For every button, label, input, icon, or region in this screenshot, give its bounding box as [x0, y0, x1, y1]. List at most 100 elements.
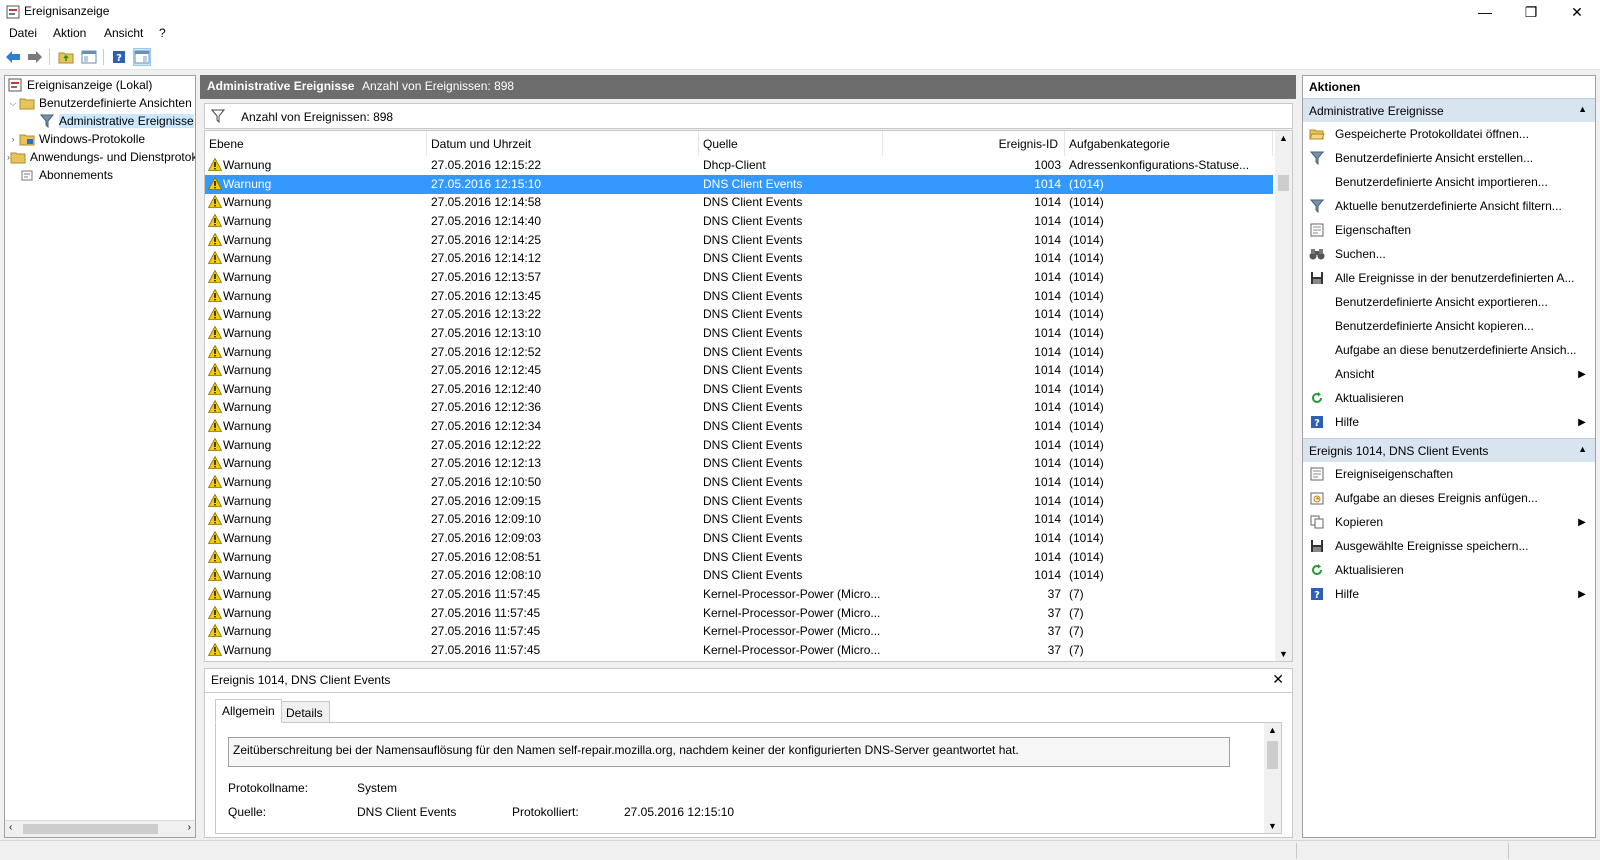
- action-hilfe[interactable]: ? Hilfe ▶: [1303, 410, 1595, 434]
- table-row[interactable]: Warnung 27.05.2016 12:08:10 DNS Client Eve…: [205, 566, 1273, 585]
- table-row[interactable]: Warnung 27.05.2016 12:12:40 DNS Client Eve…: [205, 380, 1273, 399]
- tree-item-app-logs[interactable]: › Anwendungs- und Dienstprotokolle: [7, 148, 196, 166]
- menu-action[interactable]: Aktion: [53, 26, 86, 40]
- action-aufgabe-an-diese-benutzerdefinierte-ansich[interactable]: Aufgabe an diese benutzerdefinierte Ansi…: [1303, 338, 1595, 362]
- action-ereigniseigenschaften[interactable]: Ereigniseigenschaften: [1303, 462, 1595, 486]
- collapse-up-icon[interactable]: ▲: [1578, 444, 1587, 454]
- maximize-button[interactable]: ❐: [1508, 0, 1554, 24]
- action-aktuelle-benutzerdefinierte-ansicht-filtern[interactable]: Aktuelle benutzerdefinierte Ansicht filt…: [1303, 194, 1595, 218]
- scroll-up-icon[interactable]: ▲: [1268, 725, 1277, 735]
- tree-item-custom-views[interactable]: ⌵ Benutzerdefinierte Ansichten: [7, 94, 195, 112]
- scroll-down-icon[interactable]: ▼: [1268, 821, 1277, 831]
- tree-item-windows-logs[interactable]: › Windows-Protokolle: [7, 130, 195, 148]
- table-row[interactable]: Warnung 27.05.2016 12:12:36 DNS Client Eve…: [205, 398, 1273, 417]
- table-row[interactable]: Warnung 27.05.2016 12:15:22 Dhcp-Client 100…: [205, 156, 1273, 175]
- table-row[interactable]: Warnung 27.05.2016 11:57:45 Kernel-Process…: [205, 604, 1273, 623]
- action-hilfe[interactable]: ? Hilfe ▶: [1303, 582, 1595, 606]
- tree-label: Anwendungs- und Dienstprotokolle: [30, 150, 196, 164]
- table-row[interactable]: Warnung 27.05.2016 12:08:51 DNS Client Eve…: [205, 548, 1273, 567]
- table-row[interactable]: Warnung 27.05.2016 12:14:40 DNS Client Eve…: [205, 212, 1273, 231]
- table-row[interactable]: Warnung 27.05.2016 12:12:13 DNS Client Eve…: [205, 454, 1273, 473]
- source-value[interactable]: DNS Client Events: [357, 805, 456, 819]
- scroll-up-icon[interactable]: ▲: [1279, 133, 1288, 143]
- column-header-event-id[interactable]: Ereignis-ID: [883, 131, 1065, 156]
- actions-section-admin-events[interactable]: Administrative Ereignisse ▲: [1303, 98, 1595, 122]
- event-message[interactable]: Zeitüberschreitung bei der Namensauflösu…: [228, 737, 1230, 767]
- forward-button[interactable]: [26, 48, 44, 66]
- table-row[interactable]: Warnung 27.05.2016 12:12:22 DNS Client Eve…: [205, 436, 1273, 455]
- tree-item-root[interactable]: Ereignisanzeige (Lokal): [7, 76, 195, 94]
- column-header-source[interactable]: Quelle: [699, 131, 883, 156]
- action-aufgabe-an-dieses-ereignis-anfügen[interactable]: Aufgabe an dieses Ereignis anfügen...: [1303, 486, 1595, 510]
- column-header-date[interactable]: Datum und Uhrzeit: [427, 131, 699, 156]
- scroll-left-icon[interactable]: ‹: [9, 822, 12, 833]
- table-row[interactable]: Warnung 27.05.2016 11:57:45 Kernel-Process…: [205, 585, 1273, 604]
- scrollbar-thumb[interactable]: [1278, 175, 1289, 191]
- table-row[interactable]: Warnung 27.05.2016 12:15:10 DNS Client Eve…: [205, 174, 1273, 194]
- table-row[interactable]: Warnung 27.05.2016 12:14:58 DNS Client Eve…: [205, 193, 1273, 212]
- menu-view[interactable]: Ansicht: [104, 26, 143, 40]
- table-row[interactable]: Warnung 27.05.2016 12:13:57 DNS Client Eve…: [205, 268, 1273, 287]
- minimize-button[interactable]: —: [1462, 0, 1508, 24]
- action-kopieren[interactable]: Kopieren ▶: [1303, 510, 1595, 534]
- table-row[interactable]: Warnung 27.05.2016 12:13:22 DNS Client Eve…: [205, 305, 1273, 324]
- help-button[interactable]: ?: [110, 48, 128, 66]
- tree-item-subscriptions[interactable]: Abonnements: [19, 166, 195, 184]
- action-ausgewählte-ereignisse-speichern[interactable]: Ausgewählte Ereignisse speichern...: [1303, 534, 1595, 558]
- log-name-value[interactable]: System: [357, 781, 397, 795]
- column-header-category[interactable]: Aufgabenkategorie: [1065, 131, 1273, 156]
- action-benutzerdefinierte-ansicht-erstellen[interactable]: Benutzerdefinierte Ansicht erstellen...: [1303, 146, 1595, 170]
- table-row[interactable]: Warnung 27.05.2016 12:12:52 DNS Client Eve…: [205, 343, 1273, 362]
- table-row[interactable]: Warnung 27.05.2016 12:14:12 DNS Client Eve…: [205, 249, 1273, 268]
- action-aktualisieren[interactable]: Aktualisieren: [1303, 558, 1595, 582]
- logged-value[interactable]: 27.05.2016 12:15:10: [624, 805, 734, 819]
- table-row[interactable]: Warnung 27.05.2016 12:12:34 DNS Client Eve…: [205, 417, 1273, 436]
- menu-file[interactable]: Datei: [9, 26, 37, 40]
- cell-source: DNS Client Events: [703, 232, 803, 247]
- show-hide-tree-button[interactable]: [80, 48, 98, 66]
- close-window-button[interactable]: ✕: [1554, 0, 1600, 24]
- tab-details[interactable]: Details: [279, 701, 330, 723]
- column-header-level[interactable]: Ebene: [205, 131, 427, 156]
- table-row[interactable]: Warnung 27.05.2016 12:13:10 DNS Client Eve…: [205, 324, 1273, 343]
- scroll-right-icon[interactable]: ›: [188, 822, 191, 833]
- action-aktualisieren[interactable]: Aktualisieren: [1303, 386, 1595, 410]
- tree-item-admin-events[interactable]: Administrative Ereignisse: [39, 112, 195, 130]
- scrollbar-thumb[interactable]: [1267, 741, 1278, 769]
- table-row[interactable]: Warnung 27.05.2016 12:12:45 DNS Client Eve…: [205, 361, 1273, 380]
- action-gespeicherte-protokolldatei-öffnen[interactable]: Gespeicherte Protokolldatei öffnen...: [1303, 122, 1595, 146]
- action-alle-ereignisse-in-der-benutzerdefinierten-a[interactable]: Alle Ereignisse in der benutzerdefiniert…: [1303, 266, 1595, 290]
- cell-category: (1014): [1069, 493, 1104, 508]
- table-row[interactable]: Warnung 27.05.2016 11:57:45 Kernel-Process…: [205, 622, 1273, 641]
- back-button[interactable]: [4, 48, 22, 66]
- scroll-down-icon[interactable]: ▼: [1279, 649, 1288, 659]
- table-row[interactable]: Warnung 27.05.2016 12:09:15 DNS Client Eve…: [205, 492, 1273, 511]
- chevron-down-icon[interactable]: ⌵: [7, 98, 19, 109]
- action-eigenschaften[interactable]: Eigenschaften: [1303, 218, 1595, 242]
- save-icon: [1309, 270, 1325, 286]
- action-suchen[interactable]: Suchen...: [1303, 242, 1595, 266]
- collapse-up-icon[interactable]: ▲: [1578, 104, 1587, 114]
- up-folder-button[interactable]: [57, 48, 75, 66]
- tree-horizontal-scrollbar[interactable]: ‹ ›: [5, 820, 195, 837]
- show-hide-action-pane-button[interactable]: [133, 48, 151, 66]
- actions-section-event[interactable]: Ereignis 1014, DNS Client Events ▲: [1303, 438, 1595, 462]
- table-row[interactable]: Warnung 27.05.2016 12:09:03 DNS Client Eve…: [205, 529, 1273, 548]
- action-ansicht[interactable]: Ansicht ▶: [1303, 362, 1595, 386]
- action-benutzerdefinierte-ansicht-kopieren[interactable]: Benutzerdefinierte Ansicht kopieren...: [1303, 314, 1595, 338]
- tab-general[interactable]: Allgemein: [215, 699, 282, 723]
- table-row[interactable]: Warnung 27.05.2016 12:10:50 DNS Client Eve…: [205, 473, 1273, 492]
- close-detail-button[interactable]: ✕: [1272, 671, 1284, 688]
- table-row[interactable]: Warnung 27.05.2016 11:57:45 Kernel-Process…: [205, 641, 1273, 660]
- help-icon: ?: [1309, 586, 1325, 602]
- action-benutzerdefinierte-ansicht-importieren[interactable]: Benutzerdefinierte Ansicht importieren..…: [1303, 170, 1595, 194]
- menu-help[interactable]: ?: [159, 26, 166, 40]
- scrollbar-thumb[interactable]: [23, 824, 158, 834]
- detail-vertical-scrollbar[interactable]: ▲ ▼: [1264, 723, 1281, 833]
- action-benutzerdefinierte-ansicht-exportieren[interactable]: Benutzerdefinierte Ansicht exportieren..…: [1303, 290, 1595, 314]
- event-list-vertical-scrollbar[interactable]: ▲ ▼: [1275, 131, 1292, 661]
- table-row[interactable]: Warnung 27.05.2016 12:09:10 DNS Client Eve…: [205, 510, 1273, 529]
- chevron-right-icon[interactable]: ›: [7, 134, 19, 144]
- table-row[interactable]: Warnung 27.05.2016 12:13:45 DNS Client Eve…: [205, 287, 1273, 306]
- table-row[interactable]: Warnung 27.05.2016 12:14:25 DNS Client Eve…: [205, 231, 1273, 250]
